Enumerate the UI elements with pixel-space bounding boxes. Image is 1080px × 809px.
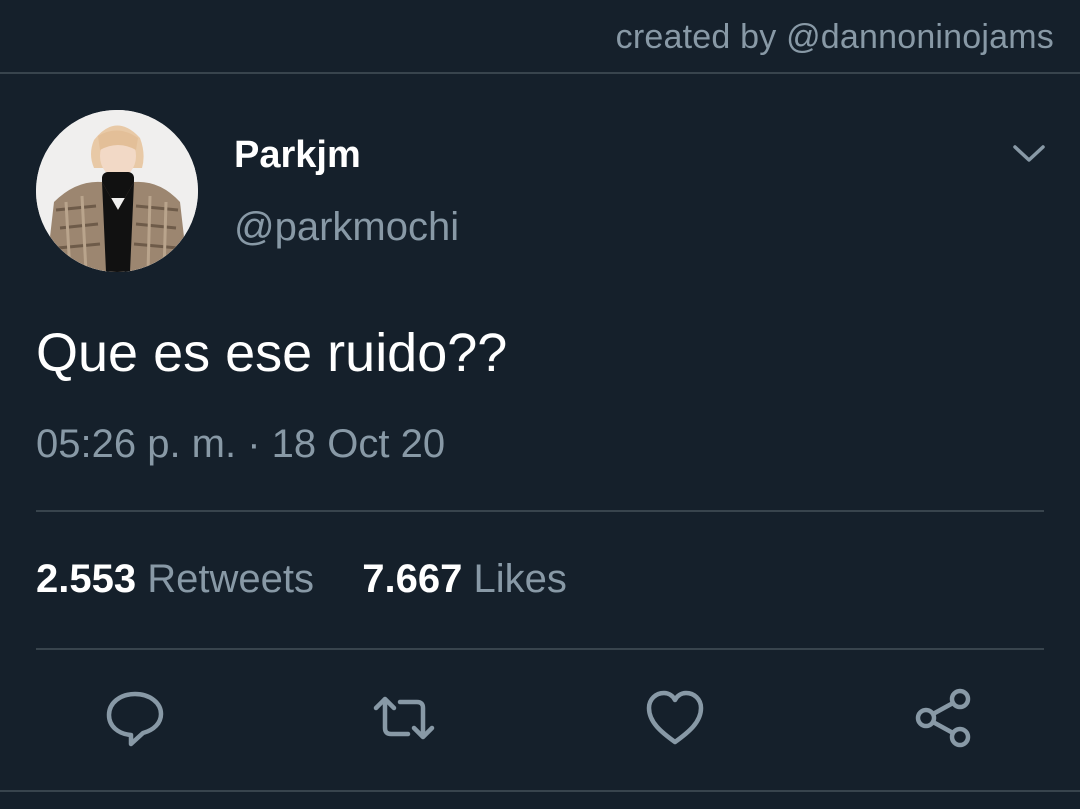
like-button[interactable]	[643, 686, 707, 750]
avatar-image	[36, 110, 198, 272]
tweet-timestamp[interactable]: 05:26 p. m. · 18 Oct 20	[36, 422, 445, 467]
likes-stat[interactable]: 7.667 Likes	[362, 557, 567, 601]
likes-label: Likes	[473, 557, 567, 601]
tweet-text: Que es ese ruido??	[36, 323, 508, 383]
heart-icon	[646, 690, 704, 745]
stats-bottom-divider	[36, 648, 1044, 650]
display-name[interactable]: Parkjm	[234, 134, 361, 177]
stats-top-divider	[36, 510, 1044, 512]
creator-credit: created by @dannoninojams	[615, 18, 1054, 56]
retweet-icon	[373, 696, 435, 740]
user-handle[interactable]: @parkmochi	[234, 205, 459, 250]
tweet-stats: 2.553 Retweets 7.667 Likes	[36, 557, 567, 602]
avatar[interactable]	[36, 110, 198, 272]
top-divider	[0, 72, 1080, 74]
reply-icon	[106, 691, 164, 747]
tweet-screen: created by @dannoninojams Parkjm @parkmo…	[0, 0, 1080, 809]
bottom-divider	[0, 790, 1080, 792]
share-icon	[915, 688, 971, 748]
chevron-down-icon[interactable]	[1010, 138, 1048, 168]
retweets-label: Retweets	[147, 557, 314, 601]
retweets-stat[interactable]: 2.553 Retweets	[36, 557, 325, 601]
retweet-button[interactable]	[372, 686, 436, 750]
share-button[interactable]	[912, 686, 976, 750]
reply-button[interactable]	[103, 686, 167, 750]
retweets-count: 2.553	[36, 557, 137, 601]
likes-count: 7.667	[362, 557, 463, 601]
